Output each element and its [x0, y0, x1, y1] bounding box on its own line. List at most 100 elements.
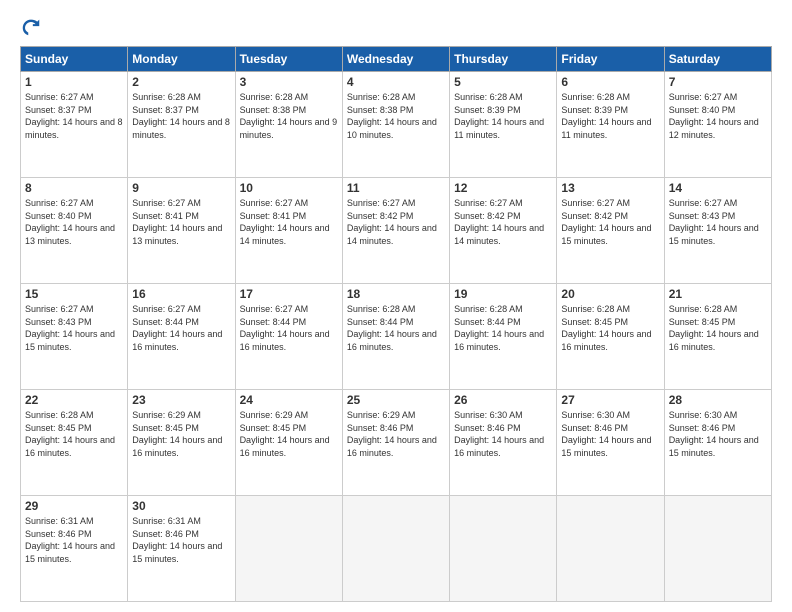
- day-number: 7: [669, 75, 767, 89]
- calendar-day: 4Sunrise: 6:28 AMSunset: 8:38 PMDaylight…: [342, 72, 449, 178]
- day-number: 30: [132, 499, 230, 513]
- day-number: 27: [561, 393, 659, 407]
- calendar-day-empty: [450, 496, 557, 602]
- calendar-day: 10 Sunrise: 6:27 AMSunset: 8:41 PMDayligh…: [235, 178, 342, 284]
- calendar-day: 16 Sunrise: 6:27 AMSunset: 8:44 PMDayligh…: [128, 284, 235, 390]
- day-info: Sunrise: 6:28 AMSunset: 8:38 PMDaylight:…: [347, 91, 445, 141]
- day-number: 29: [25, 499, 123, 513]
- day-number: 28: [669, 393, 767, 407]
- day-info: Sunrise: 6:28 AMSunset: 8:37 PMDaylight:…: [132, 91, 230, 141]
- day-info: Sunrise: 6:27 AMSunset: 8:41 PMDaylight:…: [240, 197, 338, 247]
- calendar-day: 6 Sunrise: 6:28 AMSunset: 8:39 PMDaylight…: [557, 72, 664, 178]
- day-info: Sunrise: 6:27 AMSunset: 8:44 PMDaylight:…: [240, 303, 338, 353]
- calendar-day: 20 Sunrise: 6:28 AMSunset: 8:45 PMDayligh…: [557, 284, 664, 390]
- day-number: 16: [132, 287, 230, 301]
- calendar-week-row: 8 Sunrise: 6:27 AMSunset: 8:40 PMDaylight…: [21, 178, 772, 284]
- calendar-day: 19 Sunrise: 6:28 AMSunset: 8:44 PMDayligh…: [450, 284, 557, 390]
- calendar-day: 21 Sunrise: 6:28 AMSunset: 8:45 PMDayligh…: [664, 284, 771, 390]
- calendar-day: 15 Sunrise: 6:27 AMSunset: 8:43 PMDayligh…: [21, 284, 128, 390]
- day-info: Sunrise: 6:27 AMSunset: 8:43 PMDaylight:…: [669, 197, 767, 247]
- day-info: Sunrise: 6:27 AMSunset: 8:43 PMDaylight:…: [25, 303, 123, 353]
- weekday-header: Tuesday: [235, 47, 342, 72]
- day-number: 23: [132, 393, 230, 407]
- calendar-day: 17 Sunrise: 6:27 AMSunset: 8:44 PMDayligh…: [235, 284, 342, 390]
- calendar-day: 24 Sunrise: 6:29 AMSunset: 8:45 PMDayligh…: [235, 390, 342, 496]
- calendar-day: 23 Sunrise: 6:29 AMSunset: 8:45 PMDayligh…: [128, 390, 235, 496]
- day-info: Sunrise: 6:27 AMSunset: 8:40 PMDaylight:…: [25, 197, 123, 247]
- day-info: Sunrise: 6:28 AMSunset: 8:44 PMDaylight:…: [454, 303, 552, 353]
- day-number: 14: [669, 181, 767, 195]
- day-number: 18: [347, 287, 445, 301]
- day-info: Sunrise: 6:28 AMSunset: 8:45 PMDaylight:…: [25, 409, 123, 459]
- day-number: 13: [561, 181, 659, 195]
- day-info: Sunrise: 6:31 AMSunset: 8:46 PMDaylight:…: [25, 515, 123, 565]
- calendar-day: 22 Sunrise: 6:28 AMSunset: 8:45 PMDayligh…: [21, 390, 128, 496]
- day-number: 12: [454, 181, 552, 195]
- calendar-day: 26Sunrise: 6:30 AMSunset: 8:46 PMDayligh…: [450, 390, 557, 496]
- day-info: Sunrise: 6:28 AMSunset: 8:39 PMDaylight:…: [454, 91, 552, 141]
- day-info: Sunrise: 6:27 AMSunset: 8:42 PMDaylight:…: [347, 197, 445, 247]
- weekday-header: Friday: [557, 47, 664, 72]
- calendar-week-row: 1Sunrise: 6:27 AMSunset: 8:37 PMDaylight…: [21, 72, 772, 178]
- calendar-day: 28 Sunrise: 6:30 AMSunset: 8:46 PMDayligh…: [664, 390, 771, 496]
- day-number: 21: [669, 287, 767, 301]
- day-info: Sunrise: 6:27 AMSunset: 8:44 PMDaylight:…: [132, 303, 230, 353]
- calendar-day: 2 Sunrise: 6:28 AMSunset: 8:37 PMDaylight…: [128, 72, 235, 178]
- day-number: 10: [240, 181, 338, 195]
- day-info: Sunrise: 6:27 AMSunset: 8:40 PMDaylight:…: [669, 91, 767, 141]
- day-number: 15: [25, 287, 123, 301]
- day-number: 25: [347, 393, 445, 407]
- day-info: Sunrise: 6:27 AMSunset: 8:37 PMDaylight:…: [25, 91, 123, 141]
- day-number: 9: [132, 181, 230, 195]
- calendar-day: 13 Sunrise: 6:27 AMSunset: 8:42 PMDayligh…: [557, 178, 664, 284]
- calendar-header-row: SundayMondayTuesdayWednesdayThursdayFrid…: [21, 47, 772, 72]
- header: [20, 16, 772, 38]
- calendar-day-empty: [557, 496, 664, 602]
- day-number: 6: [561, 75, 659, 89]
- calendar-day: 7 Sunrise: 6:27 AMSunset: 8:40 PMDaylight…: [664, 72, 771, 178]
- day-number: 11: [347, 181, 445, 195]
- calendar-day: 9 Sunrise: 6:27 AMSunset: 8:41 PMDaylight…: [128, 178, 235, 284]
- day-number: 17: [240, 287, 338, 301]
- day-info: Sunrise: 6:28 AMSunset: 8:44 PMDaylight:…: [347, 303, 445, 353]
- day-info: Sunrise: 6:27 AMSunset: 8:42 PMDaylight:…: [561, 197, 659, 247]
- calendar-day: 12Sunrise: 6:27 AMSunset: 8:42 PMDayligh…: [450, 178, 557, 284]
- calendar-week-row: 15 Sunrise: 6:27 AMSunset: 8:43 PMDayligh…: [21, 284, 772, 390]
- calendar-day: 27 Sunrise: 6:30 AMSunset: 8:46 PMDayligh…: [557, 390, 664, 496]
- day-number: 20: [561, 287, 659, 301]
- calendar-day: 18 Sunrise: 6:28 AMSunset: 8:44 PMDayligh…: [342, 284, 449, 390]
- day-info: Sunrise: 6:29 AMSunset: 8:46 PMDaylight:…: [347, 409, 445, 459]
- day-info: Sunrise: 6:28 AMSunset: 8:45 PMDaylight:…: [561, 303, 659, 353]
- day-number: 2: [132, 75, 230, 89]
- weekday-header: Monday: [128, 47, 235, 72]
- day-number: 8: [25, 181, 123, 195]
- calendar-day: 11 Sunrise: 6:27 AMSunset: 8:42 PMDayligh…: [342, 178, 449, 284]
- day-info: Sunrise: 6:30 AMSunset: 8:46 PMDaylight:…: [561, 409, 659, 459]
- day-info: Sunrise: 6:28 AMSunset: 8:38 PMDaylight:…: [240, 91, 338, 141]
- day-info: Sunrise: 6:27 AMSunset: 8:41 PMDaylight:…: [132, 197, 230, 247]
- calendar-week-row: 29 Sunrise: 6:31 AMSunset: 8:46 PMDayligh…: [21, 496, 772, 602]
- calendar-day: 1Sunrise: 6:27 AMSunset: 8:37 PMDaylight…: [21, 72, 128, 178]
- calendar-day: 3Sunrise: 6:28 AMSunset: 8:38 PMDaylight…: [235, 72, 342, 178]
- calendar-day: 30 Sunrise: 6:31 AMSunset: 8:46 PMDayligh…: [128, 496, 235, 602]
- weekday-header: Wednesday: [342, 47, 449, 72]
- day-number: 22: [25, 393, 123, 407]
- calendar-day-empty: [235, 496, 342, 602]
- calendar-day: 5Sunrise: 6:28 AMSunset: 8:39 PMDaylight…: [450, 72, 557, 178]
- day-info: Sunrise: 6:29 AMSunset: 8:45 PMDaylight:…: [240, 409, 338, 459]
- day-number: 19: [454, 287, 552, 301]
- calendar-table: SundayMondayTuesdayWednesdayThursdayFrid…: [20, 46, 772, 602]
- day-info: Sunrise: 6:28 AMSunset: 8:45 PMDaylight:…: [669, 303, 767, 353]
- day-info: Sunrise: 6:29 AMSunset: 8:45 PMDaylight:…: [132, 409, 230, 459]
- calendar-day: 8 Sunrise: 6:27 AMSunset: 8:40 PMDaylight…: [21, 178, 128, 284]
- day-info: Sunrise: 6:28 AMSunset: 8:39 PMDaylight:…: [561, 91, 659, 141]
- day-info: Sunrise: 6:30 AMSunset: 8:46 PMDaylight:…: [669, 409, 767, 459]
- day-info: Sunrise: 6:30 AMSunset: 8:46 PMDaylight:…: [454, 409, 552, 459]
- calendar-day-empty: [664, 496, 771, 602]
- page: SundayMondayTuesdayWednesdayThursdayFrid…: [0, 0, 792, 612]
- day-info: Sunrise: 6:31 AMSunset: 8:46 PMDaylight:…: [132, 515, 230, 565]
- day-number: 24: [240, 393, 338, 407]
- calendar-day-empty: [342, 496, 449, 602]
- weekday-header: Saturday: [664, 47, 771, 72]
- calendar-day: 14 Sunrise: 6:27 AMSunset: 8:43 PMDayligh…: [664, 178, 771, 284]
